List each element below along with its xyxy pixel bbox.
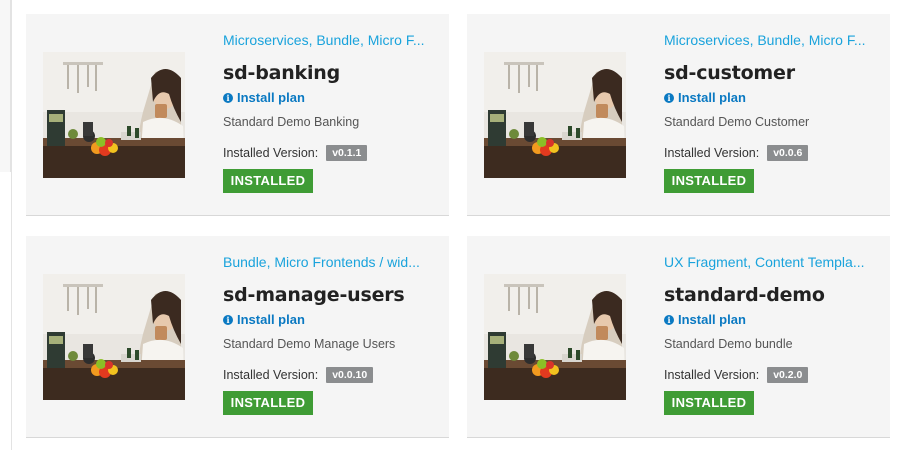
side-panel-edge (0, 0, 11, 172)
bundle-thumbnail (484, 274, 626, 400)
installed-button[interactable]: INSTALLED (664, 169, 754, 193)
installed-version-label: Installed Version: (223, 368, 319, 382)
installed-version-label: Installed Version: (223, 146, 319, 160)
bundle-thumbnail (43, 274, 185, 400)
bundle-description: Standard Demo Banking (223, 115, 360, 129)
bundle-description: Standard Demo Manage Users (223, 337, 396, 351)
install-plan-label: Install plan (678, 312, 746, 327)
bundle-card: UX Fragment, Content Templa... standard-… (467, 236, 890, 438)
side-divider (11, 0, 12, 450)
installed-version-row: Installed Version: v0.0.6 (664, 145, 809, 161)
bundle-card: Bundle, Micro Frontends / wid... sd-mana… (26, 236, 449, 438)
install-plan-link[interactable]: i Install plan (664, 312, 746, 327)
installed-button[interactable]: INSTALLED (223, 391, 313, 415)
version-badge: v0.1.1 (326, 145, 368, 161)
bundle-description: Standard Demo Customer (664, 115, 810, 129)
bundle-name: sd-manage-users (223, 284, 405, 306)
bundle-name: sd-customer (664, 62, 795, 84)
bundle-tags[interactable]: Microservices, Bundle, Micro F... (223, 32, 435, 48)
bundle-name: sd-banking (223, 62, 341, 84)
installed-version-label: Installed Version: (664, 146, 760, 160)
bundle-card: Microservices, Bundle, Micro F... sd-cus… (467, 14, 890, 216)
version-badge: v0.0.10 (326, 367, 374, 383)
info-circle-icon: i (664, 92, 674, 103)
bundle-tags[interactable]: UX Fragment, Content Templa... (664, 254, 876, 270)
install-plan-label: Install plan (678, 90, 746, 105)
bundle-card: Microservices, Bundle, Micro F... sd-ban… (26, 14, 449, 216)
bundle-tags[interactable]: Bundle, Micro Frontends / wid... (223, 254, 435, 270)
bundle-description: Standard Demo bundle (664, 337, 793, 351)
bundle-thumbnail (43, 52, 185, 178)
installed-button[interactable]: INSTALLED (664, 391, 754, 415)
version-badge: v0.2.0 (767, 367, 809, 383)
installed-version-row: Installed Version: v0.0.10 (223, 367, 374, 383)
installed-version-row: Installed Version: v0.2.0 (664, 367, 809, 383)
info-circle-icon: i (223, 92, 233, 103)
info-circle-icon: i (223, 314, 233, 325)
installed-version-label: Installed Version: (664, 368, 760, 382)
version-badge: v0.0.6 (767, 145, 809, 161)
install-plan-link[interactable]: i Install plan (223, 90, 305, 105)
installed-version-row: Installed Version: v0.1.1 (223, 145, 368, 161)
bundle-thumbnail (484, 52, 626, 178)
install-plan-link[interactable]: i Install plan (664, 90, 746, 105)
install-plan-link[interactable]: i Install plan (223, 312, 305, 327)
install-plan-label: Install plan (237, 90, 305, 105)
info-circle-icon: i (664, 314, 674, 325)
installed-button[interactable]: INSTALLED (223, 169, 313, 193)
bundle-name: standard-demo (664, 284, 825, 306)
bundle-tags[interactable]: Microservices, Bundle, Micro F... (664, 32, 876, 48)
install-plan-label: Install plan (237, 312, 305, 327)
